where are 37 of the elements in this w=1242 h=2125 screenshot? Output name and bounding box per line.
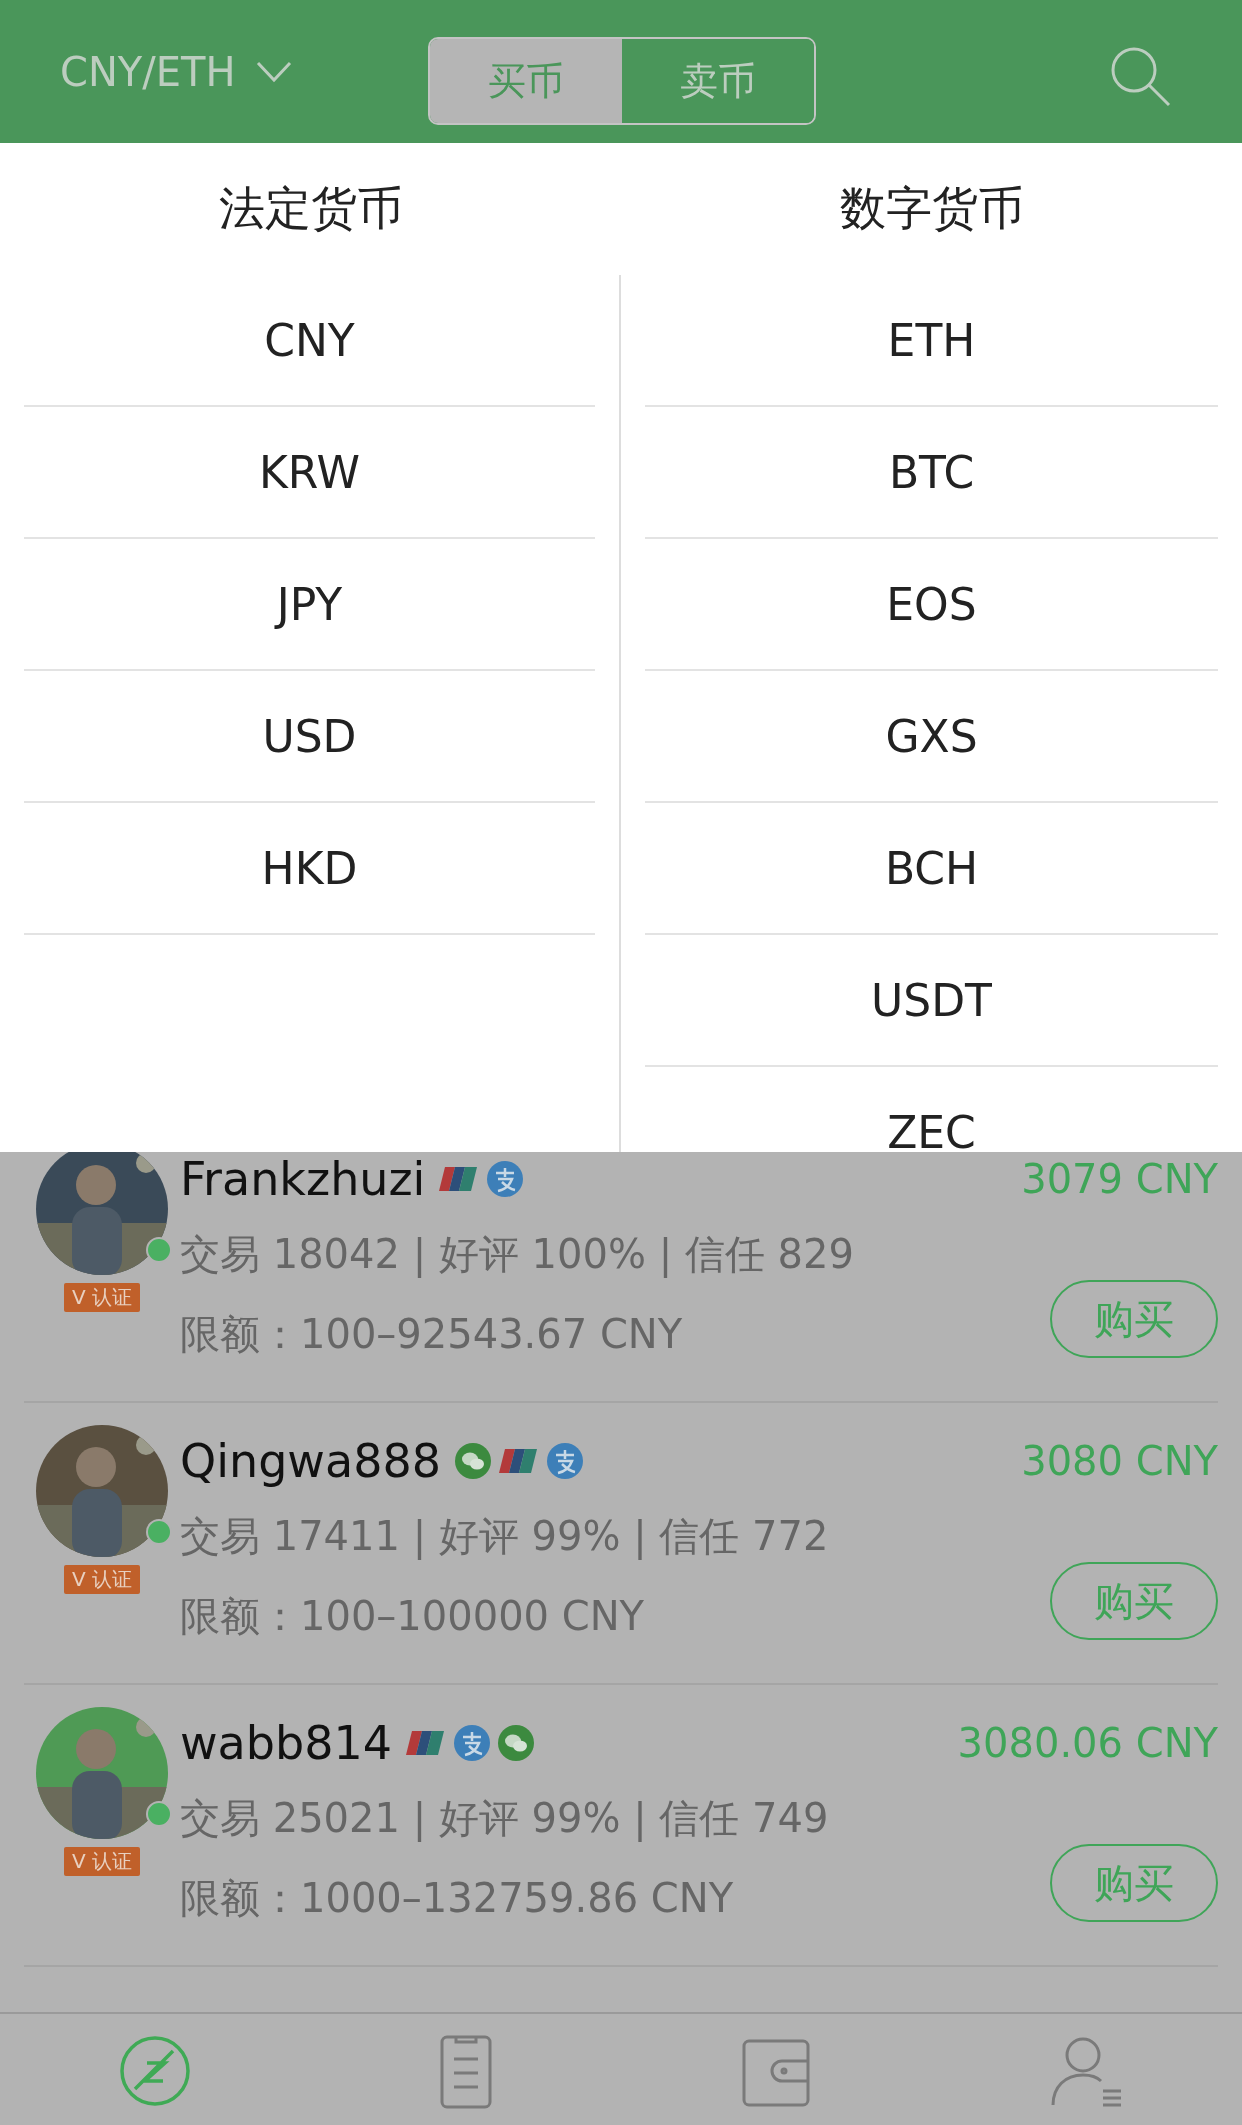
trader-name: wabb814 — [180, 1716, 392, 1770]
currency-option[interactable]: KRW — [24, 407, 595, 539]
card-icon — [439, 1165, 480, 1193]
currency-option[interactable]: BCH — [645, 803, 1218, 935]
verified-badge: V 认证 — [63, 1847, 140, 1876]
currency-option[interactable]: ETH — [645, 275, 1218, 407]
verified-badge: V 认证 — [63, 1565, 140, 1594]
payment-icon — [487, 1161, 524, 1197]
chevron-down-icon — [255, 60, 292, 83]
price: 3080 CNY — [1021, 1438, 1218, 1484]
limit-range: 限额：100–100000 CNY — [180, 1591, 645, 1641]
currency-option[interactable]: USD — [24, 671, 595, 803]
trade-stats: 交易 18042 | 好评 100% | 信任 829 — [180, 1229, 855, 1280]
limit-range: 限额：1000–132759.86 CNY — [180, 1873, 734, 1923]
column-title: 数字货币 — [838, 180, 1025, 237]
trader-name: Qingwa888 — [180, 1434, 441, 1488]
trade-stats: 交易 17411 | 好评 99% | 信任 772 — [180, 1511, 830, 1562]
chat-icon — [454, 1443, 491, 1479]
currency-option[interactable]: GXS — [645, 671, 1218, 803]
payment-icon — [546, 1443, 583, 1479]
trader-name: Frankzhuzi — [180, 1152, 426, 1206]
currency-option[interactable]: HKD — [24, 803, 595, 935]
verified-badge: V 认证 — [63, 1283, 140, 1312]
currency-option[interactable]: JPY — [24, 539, 595, 671]
payment-icon — [454, 1725, 490, 1761]
currency-option[interactable]: EOS — [645, 539, 1218, 671]
card-icon — [498, 1447, 539, 1475]
column-title: 法定货币 — [217, 180, 404, 237]
card-icon — [406, 1729, 446, 1757]
limit-range: 限额：100–92543.67 CNY — [180, 1309, 683, 1359]
chat-icon — [498, 1725, 534, 1761]
trade-stats: 交易 25021 | 好评 99% | 信任 749 — [180, 1793, 830, 1844]
price: 3080.06 CNY — [957, 1720, 1218, 1766]
currency-option[interactable]: CNY — [24, 275, 595, 407]
currency-option[interactable]: BTC — [645, 407, 1218, 539]
currency-option[interactable]: USDT — [645, 935, 1218, 1067]
price: 3079 CNY — [1021, 1156, 1218, 1202]
